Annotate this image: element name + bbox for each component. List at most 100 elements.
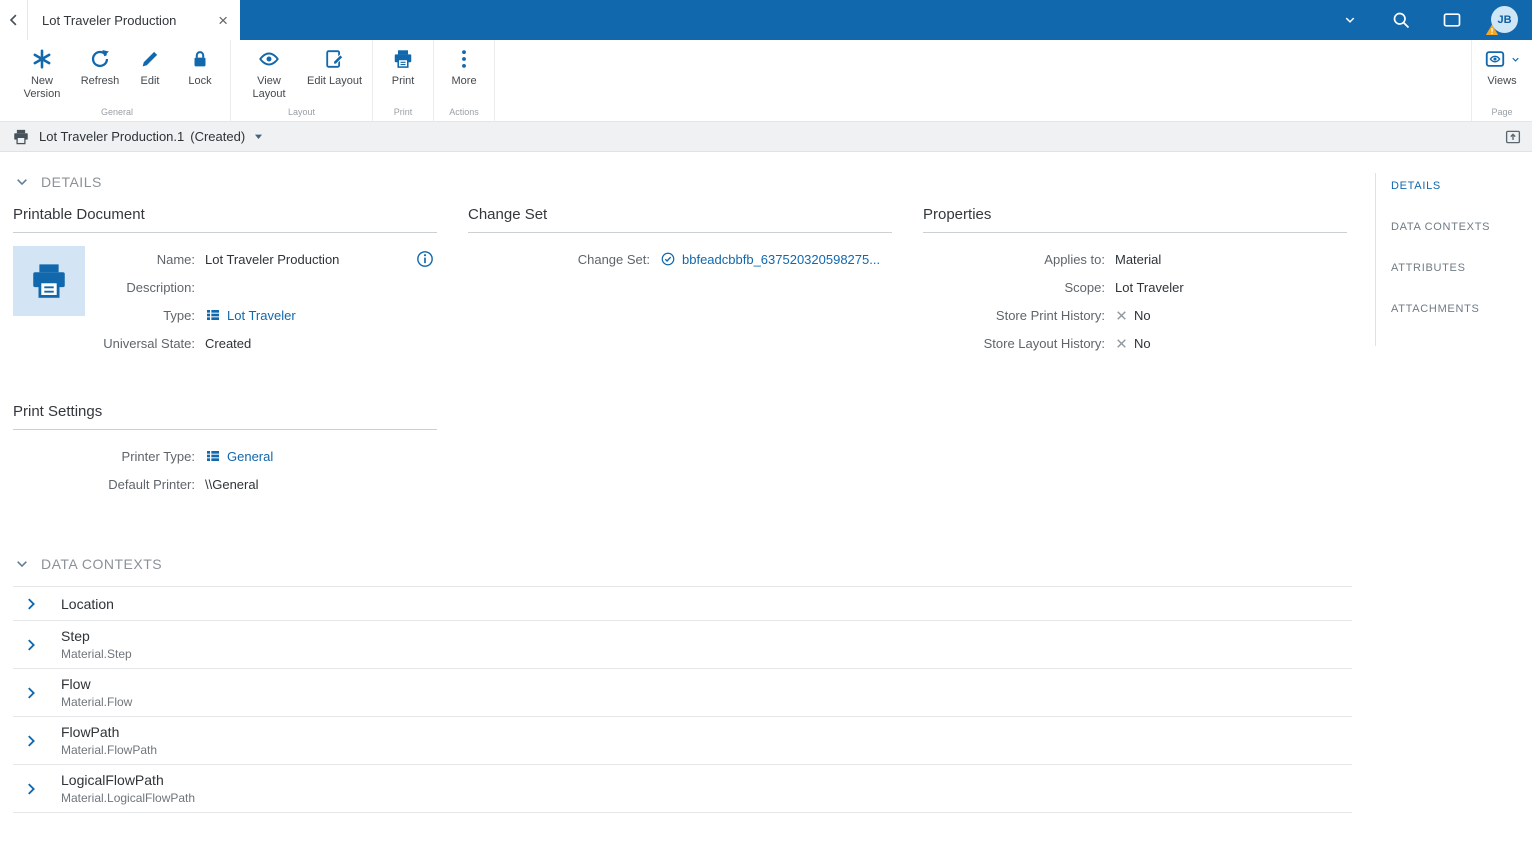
field-scope: Scope: Lot Traveler — [923, 273, 1347, 301]
field-value: Material — [1115, 251, 1162, 267]
change-set-link[interactable]: bbfeadcbbfb_637520320598275... — [682, 252, 880, 267]
toolbar-group-general: New Version Refresh Edit Lock General — [4, 40, 231, 121]
refresh-icon — [88, 47, 112, 71]
print-button[interactable]: Print — [378, 40, 428, 105]
field-label: Store Print History: — [995, 307, 1105, 323]
toolbar-group-actions: More Actions — [434, 40, 496, 121]
chevron-down-icon — [1512, 57, 1519, 62]
user-menu[interactable]: JB — [1485, 6, 1519, 35]
field-label: Store Layout History: — [983, 335, 1105, 351]
item-subtitle: Material.LogicalFlowPath — [61, 791, 196, 805]
field-store-layout-history: Store Layout History: No — [923, 329, 1347, 357]
button-label: Edit Layout — [307, 75, 363, 87]
toolbar-group-label: Page — [1491, 107, 1513, 117]
button-label: New Version — [23, 75, 61, 100]
x-icon — [1117, 338, 1126, 348]
new-version-icon — [30, 47, 54, 71]
list-item-step[interactable]: Step Material.Step — [13, 621, 1352, 669]
more-dots-icon — [452, 47, 476, 71]
item-title: FlowPath — [61, 724, 120, 740]
views-button[interactable]: Views — [1477, 40, 1527, 105]
button-label: Edit — [140, 75, 160, 87]
list-item-flow[interactable]: Flow Material.Flow — [13, 669, 1352, 717]
printer-icon — [391, 47, 415, 71]
tab-close-icon[interactable]: × — [216, 12, 230, 29]
toolbar-group-label: Print — [393, 107, 413, 117]
field-change-set: Change Set: bbfeadcbbfb_637520320598275.… — [468, 245, 892, 273]
item-title: Flow — [61, 676, 91, 692]
chevron-right-icon[interactable] — [22, 595, 40, 613]
type-link[interactable]: Lot Traveler — [227, 308, 296, 323]
lock-button[interactable]: Lock — [175, 40, 225, 105]
field-default-printer: Default Printer: \\General — [13, 470, 437, 498]
entity-type-icon — [207, 310, 219, 320]
chevron-right-icon[interactable] — [22, 780, 40, 798]
refresh-button[interactable]: Refresh — [75, 40, 125, 105]
edit-button[interactable]: Edit — [125, 40, 175, 105]
field-label: Change Set: — [577, 251, 650, 267]
chevron-right-icon[interactable] — [22, 684, 40, 702]
more-button[interactable]: More — [439, 40, 489, 105]
section-nav-data-contexts[interactable]: DATA CONTEXTS — [1391, 221, 1524, 233]
pencil-icon — [138, 47, 162, 71]
list-item-logicalflowpath[interactable]: LogicalFlowPath Material.LogicalFlowPath — [13, 765, 1352, 813]
entity-type-icon — [207, 451, 219, 461]
entity-header: Lot Traveler Production.1 (Created) — [0, 122, 1532, 152]
tab-scroll-back-button[interactable] — [0, 0, 28, 40]
chevron-right-icon[interactable] — [22, 732, 40, 750]
field-label: Universal State: — [103, 335, 195, 351]
view-layout-button[interactable]: View Layout — [236, 40, 302, 105]
list-item-location[interactable]: Location — [13, 587, 1352, 621]
details-section-header[interactable]: DETAILS — [14, 174, 1365, 190]
tab-title: Lot Traveler Production — [42, 12, 177, 28]
section-nav: DETAILS DATA CONTEXTS ATTRIBUTES ATTACHM… — [1375, 173, 1532, 346]
section-nav-attributes[interactable]: ATTRIBUTES — [1391, 262, 1524, 274]
views-icon — [1483, 47, 1507, 71]
toolbar-group-print: Print Print — [373, 40, 435, 121]
list-item-flowpath[interactable]: FlowPath Material.FlowPath — [13, 717, 1352, 765]
info-icon[interactable] — [415, 249, 435, 269]
section-nav-details[interactable]: DETAILS — [1391, 180, 1524, 192]
printer-type-link[interactable]: General — [227, 449, 273, 464]
toolbar-group-label: General — [100, 107, 134, 117]
check-circle-icon — [661, 252, 675, 266]
printer-icon — [33, 264, 65, 298]
entity-title[interactable]: Lot Traveler Production.1 — [39, 129, 184, 144]
tab-lot-traveler-production[interactable]: Lot Traveler Production × — [28, 0, 240, 40]
section-nav-attachments[interactable]: ATTACHMENTS — [1391, 303, 1524, 315]
printer-icon — [14, 129, 28, 144]
item-title: Step — [61, 628, 90, 644]
warning-icon — [1485, 24, 1499, 35]
field-printer-type: Printer Type: General — [13, 442, 437, 470]
button-label: More — [451, 75, 477, 87]
change-set-panel: Change Set Change Set: bbfeadcbbfb_63752… — [468, 206, 892, 498]
new-version-button[interactable]: New Version — [9, 40, 75, 105]
print-settings-panel: Print Settings Printer Type: General Def… — [13, 403, 437, 498]
item-title: LogicalFlowPath — [61, 772, 164, 788]
field-store-print-history: Store Print History: No — [923, 301, 1347, 329]
ribbon-toolbar: New Version Refresh Edit Lock General Vi… — [0, 40, 1532, 122]
expand-panel-icon[interactable] — [1504, 128, 1522, 146]
chevron-down-icon[interactable] — [1338, 8, 1362, 32]
button-label: Lock — [188, 75, 212, 87]
panel-title: Printable Document — [13, 206, 437, 233]
toolbar-group-label: Layout — [288, 107, 316, 117]
data-contexts-section-header[interactable]: DATA CONTEXTS — [14, 556, 1365, 572]
edit-layout-button[interactable]: Edit Layout — [302, 40, 367, 105]
chevron-left-icon — [9, 14, 16, 26]
properties-panel: Properties Applies to: Material Scope: L… — [923, 206, 1347, 498]
chevron-right-icon[interactable] — [22, 636, 40, 654]
feedback-icon[interactable] — [1440, 8, 1464, 32]
toolbar-group-page: Views Page — [1471, 40, 1532, 121]
button-label: Refresh — [80, 75, 120, 87]
document-type-tile — [13, 246, 85, 316]
entity-state: (Created) — [190, 129, 246, 144]
eye-icon — [257, 47, 281, 71]
field-universal-state: Universal State: Created — [13, 329, 437, 357]
search-icon[interactable] — [1389, 8, 1413, 32]
field-label: Applies to: — [1044, 251, 1105, 267]
field-applies-to: Applies to: Material — [923, 245, 1347, 273]
chevron-down-icon[interactable] — [252, 130, 265, 143]
panel-title: Change Set — [468, 206, 892, 233]
panel-title: Properties — [923, 206, 1347, 233]
